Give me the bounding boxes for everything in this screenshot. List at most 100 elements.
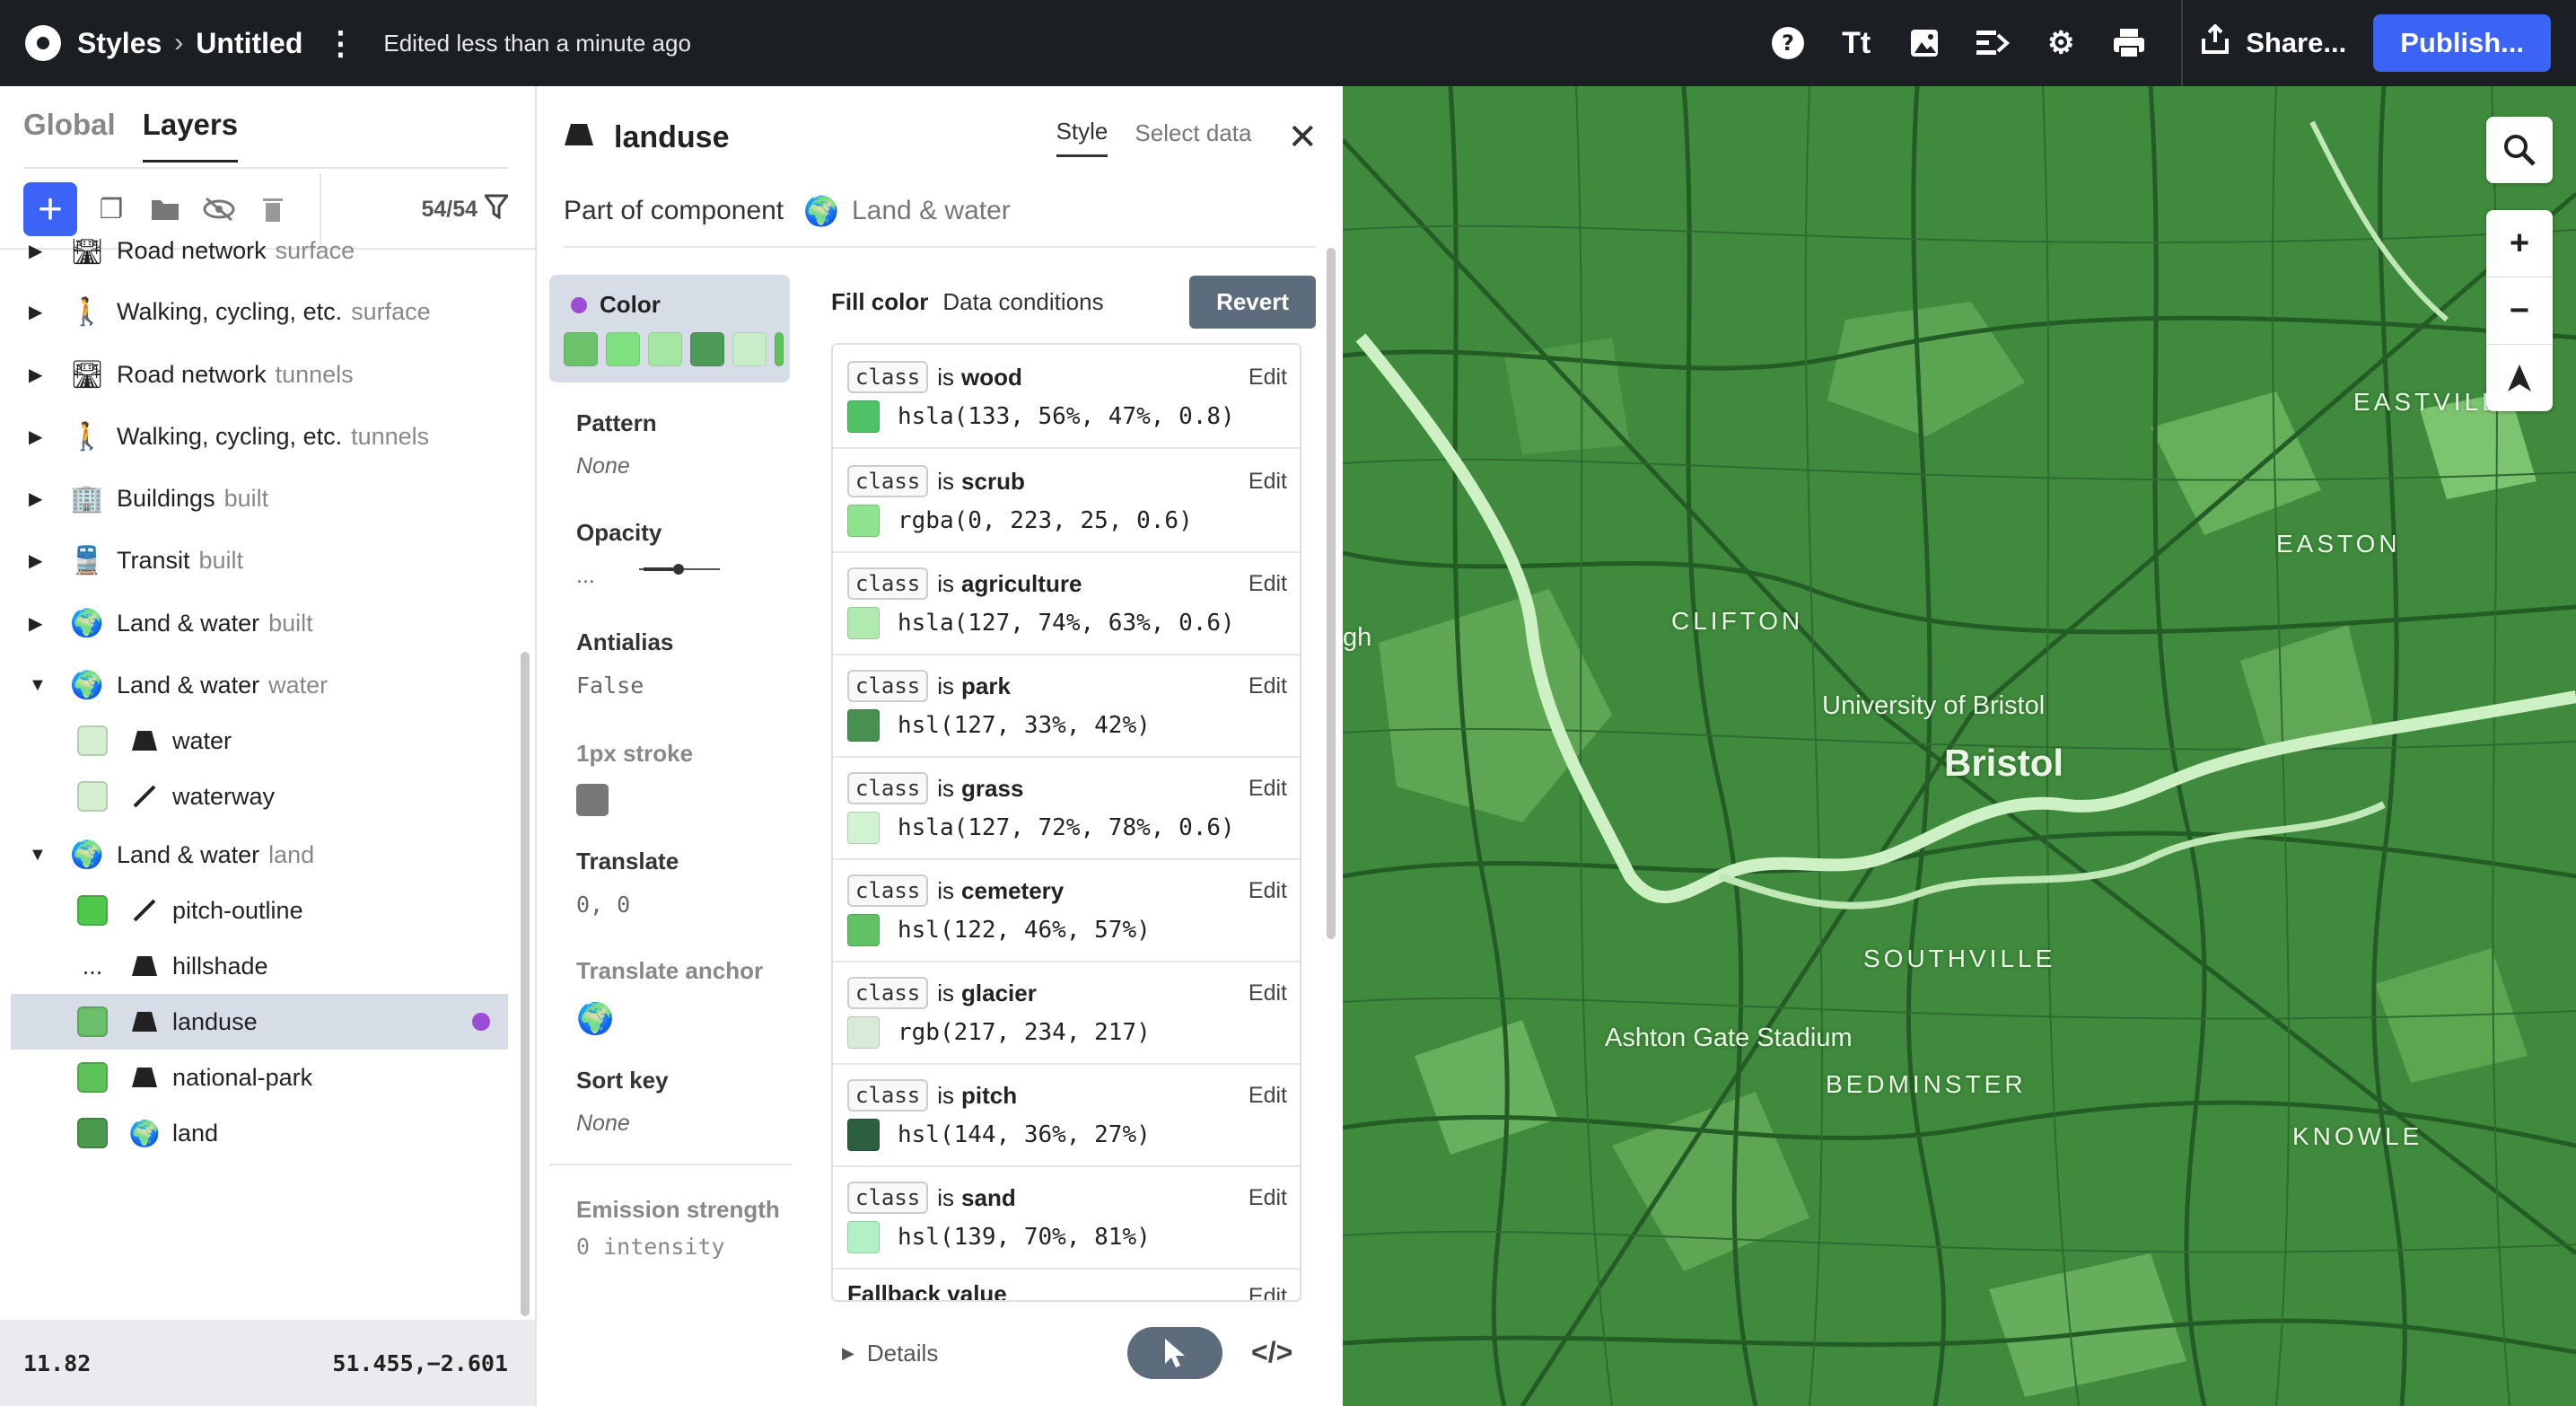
edit-link[interactable]: Edit [1249, 571, 1287, 597]
property-pattern[interactable]: Pattern None [576, 409, 657, 479]
condition-swatch[interactable] [847, 505, 880, 537]
edit-link[interactable]: Edit [1249, 878, 1287, 904]
condition-swatch[interactable] [847, 914, 880, 946]
editor-scrollbar[interactable] [1327, 248, 1336, 939]
expand-arrow-icon[interactable]: ▶ [29, 301, 48, 323]
revert-button[interactable]: Revert [1189, 275, 1316, 329]
property-sort-key[interactable]: Sort key None [576, 1067, 669, 1137]
layer-color-swatch[interactable] [77, 895, 108, 926]
tab-select-data[interactable]: Select data [1135, 119, 1251, 156]
collapse-arrow-icon[interactable]: ▼ [29, 845, 48, 866]
tab-style[interactable]: Style [1056, 118, 1108, 157]
delete-icon[interactable] [253, 189, 293, 229]
condition-swatch[interactable] [847, 607, 880, 639]
tab-layers[interactable]: Layers [142, 108, 239, 163]
app-name[interactable]: Styles [77, 27, 162, 60]
property-opacity[interactable]: Opacity ... [576, 519, 662, 589]
condition-swatch[interactable] [847, 709, 880, 742]
map-canvas[interactable]: EASTVILLE EASTON CLIFTON University of B… [1343, 86, 2576, 1406]
property-antialias[interactable]: Antialias False [576, 628, 673, 699]
layer-group-buildings[interactable]: ▶ 🏢 Buildings built [0, 470, 512, 526]
condition-row[interactable]: class is sand Edit hsl(139, 70%, 81%) [833, 1165, 1300, 1270]
typography-icon[interactable]: Tt [1836, 22, 1877, 64]
layer-item-national-park[interactable]: national-park [0, 1050, 512, 1105]
component-name[interactable]: Land & water [852, 196, 1011, 226]
zoom-out-icon[interactable]: − [2486, 277, 2553, 345]
condition-swatch[interactable] [847, 400, 880, 433]
property-translate[interactable]: Translate 0, 0 [576, 848, 679, 918]
condition-row[interactable]: class is wood Edit hsla(133, 56%, 47%, 0.8… [833, 345, 1300, 449]
property-translate-anchor[interactable]: Translate anchor 🌍 [576, 957, 763, 1037]
layer-item-water[interactable]: water [0, 713, 512, 769]
property-stroke[interactable]: 1px stroke [576, 740, 693, 816]
details-toggle[interactable]: ▶ Details [842, 1340, 938, 1367]
condition-swatch[interactable] [847, 1016, 880, 1049]
edit-link[interactable]: Edit [1249, 1284, 1287, 1300]
settings-icon[interactable]: ⚙ [2040, 22, 2081, 64]
layer-list-scrollbar[interactable] [521, 652, 530, 1316]
edit-link[interactable]: Edit [1249, 673, 1287, 699]
layers-import-icon[interactable] [1972, 22, 2013, 64]
layer-group-road-tunnels[interactable]: ▶ 🛣 Road network tunnels [0, 347, 512, 402]
expand-arrow-icon[interactable]: ▶ [29, 549, 48, 572]
edit-link[interactable]: Edit [1249, 1083, 1287, 1109]
layer-group-transit[interactable]: ▶ 🚆 Transit built [0, 532, 512, 588]
condition-swatch[interactable] [847, 812, 880, 844]
condition-row[interactable]: class is glacier Edit rgb(217, 234, 217) [833, 961, 1300, 1065]
image-icon[interactable] [1904, 22, 1945, 64]
cursor-tool-button[interactable] [1127, 1327, 1222, 1379]
layer-item-waterway[interactable]: waterway [0, 769, 512, 824]
layer-item-hillshade[interactable]: ... hillshade [0, 938, 512, 994]
folder-icon[interactable] [145, 189, 185, 229]
layer-item-landuse[interactable]: landuse [11, 994, 508, 1050]
expand-arrow-icon[interactable]: ▶ [29, 488, 48, 510]
condition-row[interactable]: class is pitch Edit hsl(144, 36%, 27%) [833, 1063, 1300, 1167]
edit-link[interactable]: Edit [1249, 776, 1287, 802]
edit-link[interactable]: Edit [1249, 1185, 1287, 1211]
tab-global[interactable]: Global [23, 108, 116, 163]
property-emission[interactable]: Emission strength 0 intensity [576, 1192, 783, 1260]
layer-color-swatch[interactable] [77, 1062, 108, 1093]
condition-row[interactable]: class is scrub Edit rgba(0, 223, 25, 0.6) [833, 449, 1300, 553]
stroke-color-swatch[interactable] [576, 784, 609, 816]
condition-swatch[interactable] [847, 1221, 880, 1253]
layer-item-pitch-outline[interactable]: pitch-outline [0, 883, 512, 938]
layer-color-swatch[interactable] [77, 725, 108, 756]
close-icon[interactable]: ✕ [1287, 117, 1318, 158]
condition-row[interactable]: class is park Edit hsl(127, 33%, 42%) [833, 654, 1300, 758]
layer-group-land-water-land[interactable]: ▼ 🌍 Land & water land [0, 827, 512, 883]
code-view-icon[interactable]: </> [1251, 1336, 1292, 1369]
expand-arrow-icon[interactable]: ▶ [29, 364, 48, 386]
layer-color-swatch[interactable] [77, 1118, 108, 1148]
layer-group-road-surface[interactable]: ▶ 🛣 Road network surface [0, 239, 512, 278]
collapse-arrow-icon[interactable]: ▼ [29, 675, 48, 696]
map-search-button[interactable] [2486, 117, 2553, 183]
hide-icon[interactable] [199, 189, 239, 229]
edit-link[interactable]: Edit [1249, 469, 1287, 495]
zoom-in-icon[interactable]: + [2486, 210, 2553, 277]
layer-group-walking-surface[interactable]: ▶ 🚶 Walking, cycling, etc. surface [0, 284, 512, 339]
help-icon[interactable]: ? [1767, 22, 1809, 64]
layer-color-placeholder[interactable]: ... [77, 953, 108, 980]
document-title[interactable]: Untitled [196, 27, 302, 60]
expand-arrow-icon[interactable]: ▶ [29, 240, 48, 262]
app-logo-icon[interactable] [25, 25, 61, 61]
fallback-row[interactable]: Fallback value Edit [833, 1268, 1300, 1300]
condition-row[interactable]: class is grass Edit hsla(127, 72%, 78%, 0.… [833, 756, 1300, 860]
edit-link[interactable]: Edit [1249, 980, 1287, 1006]
more-options-icon[interactable]: ⋮ [324, 24, 356, 62]
print-icon[interactable] [2108, 22, 2150, 64]
layer-group-walking-tunnels[interactable]: ▶ 🚶 Walking, cycling, etc. tunnels [0, 409, 512, 464]
layer-color-swatch[interactable] [77, 1006, 108, 1037]
search-icon[interactable] [2486, 117, 2553, 183]
condition-row[interactable]: class is cemetery Edit hsl(122, 46%, 57%) [833, 858, 1300, 962]
layer-item-land[interactable]: 🌍 land [0, 1105, 512, 1161]
share-button[interactable]: Share... [2201, 22, 2346, 63]
property-color[interactable]: Color [549, 275, 790, 382]
layer-group-land-water-built[interactable]: ▶ 🌍 Land & water built [0, 595, 512, 651]
compass-icon[interactable] [2486, 345, 2553, 411]
layer-group-land-water-water[interactable]: ▼ 🌍 Land & water water [0, 657, 512, 713]
expand-arrow-icon[interactable]: ▶ [29, 612, 48, 635]
expand-arrow-icon[interactable]: ▶ [29, 426, 48, 448]
filter-icon[interactable] [483, 194, 510, 225]
